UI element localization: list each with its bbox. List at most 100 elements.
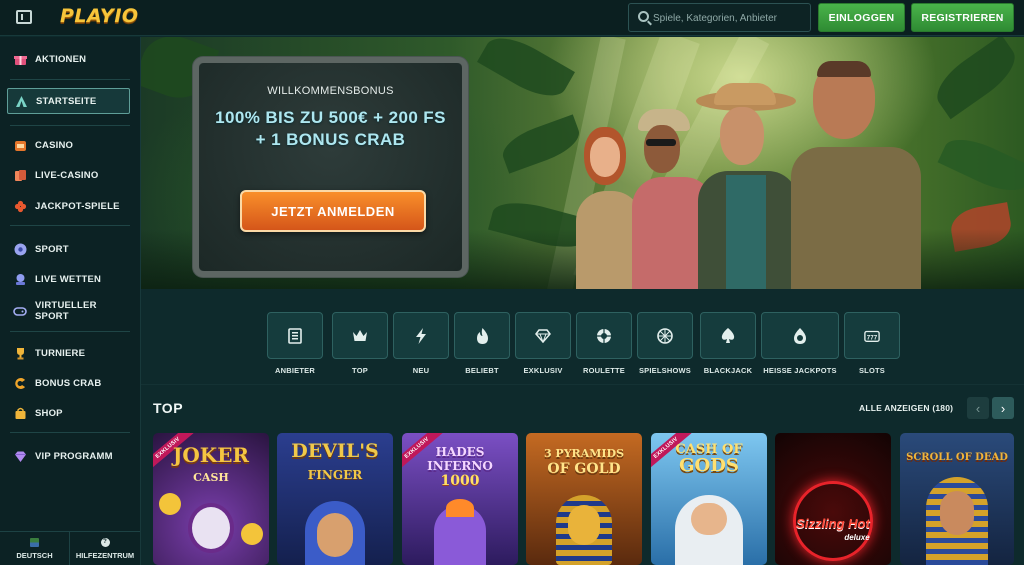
language-label: DEUTSCH xyxy=(16,551,53,560)
top-bar: PLAYIO EINLOGGEN REGISTRIEREN xyxy=(0,0,1024,36)
divider xyxy=(10,432,130,433)
sidebar-item-virtueller-sport[interactable]: VIRTUELLER SPORT xyxy=(7,297,130,325)
game-subtitle: 1000 xyxy=(440,473,480,489)
view-all-link[interactable]: ALLE ANZEIGEN (180) xyxy=(859,403,953,413)
help-label: HILFEZENTRUM xyxy=(75,551,135,560)
category-label: SLOTS xyxy=(858,366,885,375)
sidebar-item-startseite[interactable]: STARTSEITE xyxy=(7,88,130,114)
category-heisse-jackpots[interactable]: HEISSE JACKPOTS xyxy=(761,312,839,377)
game-card[interactable]: DEVIL'S FINGER xyxy=(277,433,393,565)
carousel-next-button[interactable]: › xyxy=(992,397,1014,419)
game-card[interactable]: SCROLL OF DEAD xyxy=(900,433,1014,565)
help-center-link[interactable]: ? HILFEZENTRUM xyxy=(70,532,140,565)
joker-face xyxy=(188,503,234,553)
game-card[interactable]: EXKLUSIV CASH OF GODS xyxy=(651,433,767,565)
category-blackjack[interactable]: BLACKJACK xyxy=(700,312,756,377)
category-neu[interactable]: NEU xyxy=(393,312,449,377)
crab-claw-icon xyxy=(13,376,27,390)
svg-text:777: 777 xyxy=(867,335,878,342)
cards-icon xyxy=(13,168,27,182)
category-spielshows[interactable]: SPIELSHOWS xyxy=(637,312,693,377)
coin xyxy=(241,523,263,545)
game-card[interactable]: EXKLUSIV HADES INFERNO 1000 xyxy=(402,433,518,565)
hero-banner[interactable]: WILLKOMMENSBONUS 100% BIS ZU 500€ + 200 … xyxy=(141,37,1024,289)
spade-icon xyxy=(720,327,736,344)
signup-now-button[interactable]: JETZT ANMELDEN xyxy=(240,190,426,232)
divider xyxy=(10,125,130,126)
category-tile[interactable] xyxy=(393,312,449,359)
category-tile[interactable] xyxy=(267,312,323,359)
sidebar-item-shop[interactable]: SHOP xyxy=(7,400,130,426)
sidebar-toggle-icon[interactable] xyxy=(16,10,32,24)
category-roulette[interactable]: ROULETTE xyxy=(576,312,632,377)
bonus-eyebrow: WILLKOMMENSBONUS xyxy=(267,85,394,97)
login-button[interactable]: EINLOGGEN xyxy=(818,3,905,32)
devil-face xyxy=(317,513,353,557)
slot-777-icon: 777 xyxy=(864,328,880,344)
register-button[interactable]: REGISTRIEREN xyxy=(911,3,1014,32)
search-icon xyxy=(638,11,649,22)
category-exklusiv[interactable]: EXKLUSIV xyxy=(515,312,571,377)
shopping-bag-icon xyxy=(13,406,27,420)
sidebar-item-live-wetten[interactable]: LIVE WETTEN xyxy=(7,266,130,292)
trophy-icon xyxy=(13,346,27,360)
live-bet-icon xyxy=(13,272,27,286)
bonus-title: 100% BIS ZU 500€ + 200 FS + 1 BONUS CRAB xyxy=(215,108,446,149)
game-card[interactable]: 3 PYRAMIDS OF GOLD xyxy=(526,433,642,565)
zeus-face xyxy=(691,503,727,535)
jungle-leaf xyxy=(937,129,1024,201)
welcome-bonus-panel: WILLKOMMENSBONUS 100% BIS ZU 500€ + 200 … xyxy=(193,57,468,277)
sidebar-item-casino[interactable]: CASINO xyxy=(7,132,130,158)
category-tile[interactable] xyxy=(576,312,632,359)
search-input[interactable] xyxy=(653,10,805,26)
sidebar-footer: DEUTSCH ? HILFEZENTRUM xyxy=(0,531,140,565)
wheel-icon xyxy=(657,327,673,344)
jungle-leaf xyxy=(477,37,575,107)
sidebar-item-turniere[interactable]: TURNIERE xyxy=(7,340,130,366)
category-tile[interactable] xyxy=(332,312,388,359)
category-tile[interactable] xyxy=(515,312,571,359)
home-tent-icon xyxy=(14,94,28,108)
flag-icon xyxy=(30,538,39,547)
section-title-top: TOP xyxy=(153,400,184,416)
sidebar-item-jackpot-spiele[interactable]: JACKPOT-SPIELE xyxy=(7,193,130,219)
explorer-man-hat xyxy=(696,83,801,289)
sidebar: AKTIONEN STARTSEITE CASINO LIVE-CASINO J… xyxy=(0,37,141,565)
explorer-man-bald xyxy=(791,61,921,289)
category-bar: ANBIETER TOP NEU BELIEBT EXKLUSIV ROULET… xyxy=(141,289,1024,385)
category-tile[interactable] xyxy=(700,312,756,359)
search-box[interactable] xyxy=(628,3,811,32)
sidebar-item-bonus-crab[interactable]: BONUS CRAB xyxy=(7,370,130,396)
game-subtitle: GODS xyxy=(679,455,739,476)
coin xyxy=(159,493,181,515)
roulette-icon xyxy=(596,328,612,344)
game-subtitle: deluxe xyxy=(844,533,870,542)
slot-machine-icon xyxy=(13,138,27,152)
category-tile[interactable] xyxy=(454,312,510,359)
game-card[interactable]: Sizzling Hot deluxe xyxy=(775,433,891,565)
sidebar-item-aktionen[interactable]: AKTIONEN xyxy=(7,46,130,72)
category-tile[interactable] xyxy=(761,312,839,359)
carousel-prev-button[interactable]: ‹ xyxy=(967,397,989,419)
logo[interactable]: PLAYIO xyxy=(60,5,139,27)
category-top[interactable]: TOP xyxy=(332,312,388,377)
sidebar-item-live-casino[interactable]: LIVE-CASINO xyxy=(7,162,130,188)
game-card[interactable]: EXKLUSIV JOKER CASH xyxy=(153,433,269,565)
language-selector[interactable]: DEUTSCH xyxy=(0,532,70,565)
soccer-ball-icon xyxy=(13,242,27,256)
gift-icon xyxy=(13,52,27,66)
category-anbieter[interactable]: ANBIETER xyxy=(267,312,323,377)
gem-icon xyxy=(535,328,551,344)
category-tile[interactable] xyxy=(637,312,693,359)
crown-icon xyxy=(352,328,368,344)
diamond-icon xyxy=(13,449,27,463)
sidebar-item-sport[interactable]: SPORT xyxy=(7,236,130,262)
game-title: HADES INFERNO xyxy=(427,445,493,473)
game-title: 3 PYRAMIDS xyxy=(543,447,625,460)
sidebar-item-vip-programm[interactable]: VIP PROGRAMM xyxy=(7,443,130,469)
category-beliebt[interactable]: BELIEBT xyxy=(454,312,510,377)
gamepad-icon xyxy=(13,304,27,318)
category-slots[interactable]: 777 SLOTS xyxy=(844,312,900,377)
game-subtitle: FINGER xyxy=(307,468,363,482)
category-tile[interactable]: 777 xyxy=(844,312,900,359)
